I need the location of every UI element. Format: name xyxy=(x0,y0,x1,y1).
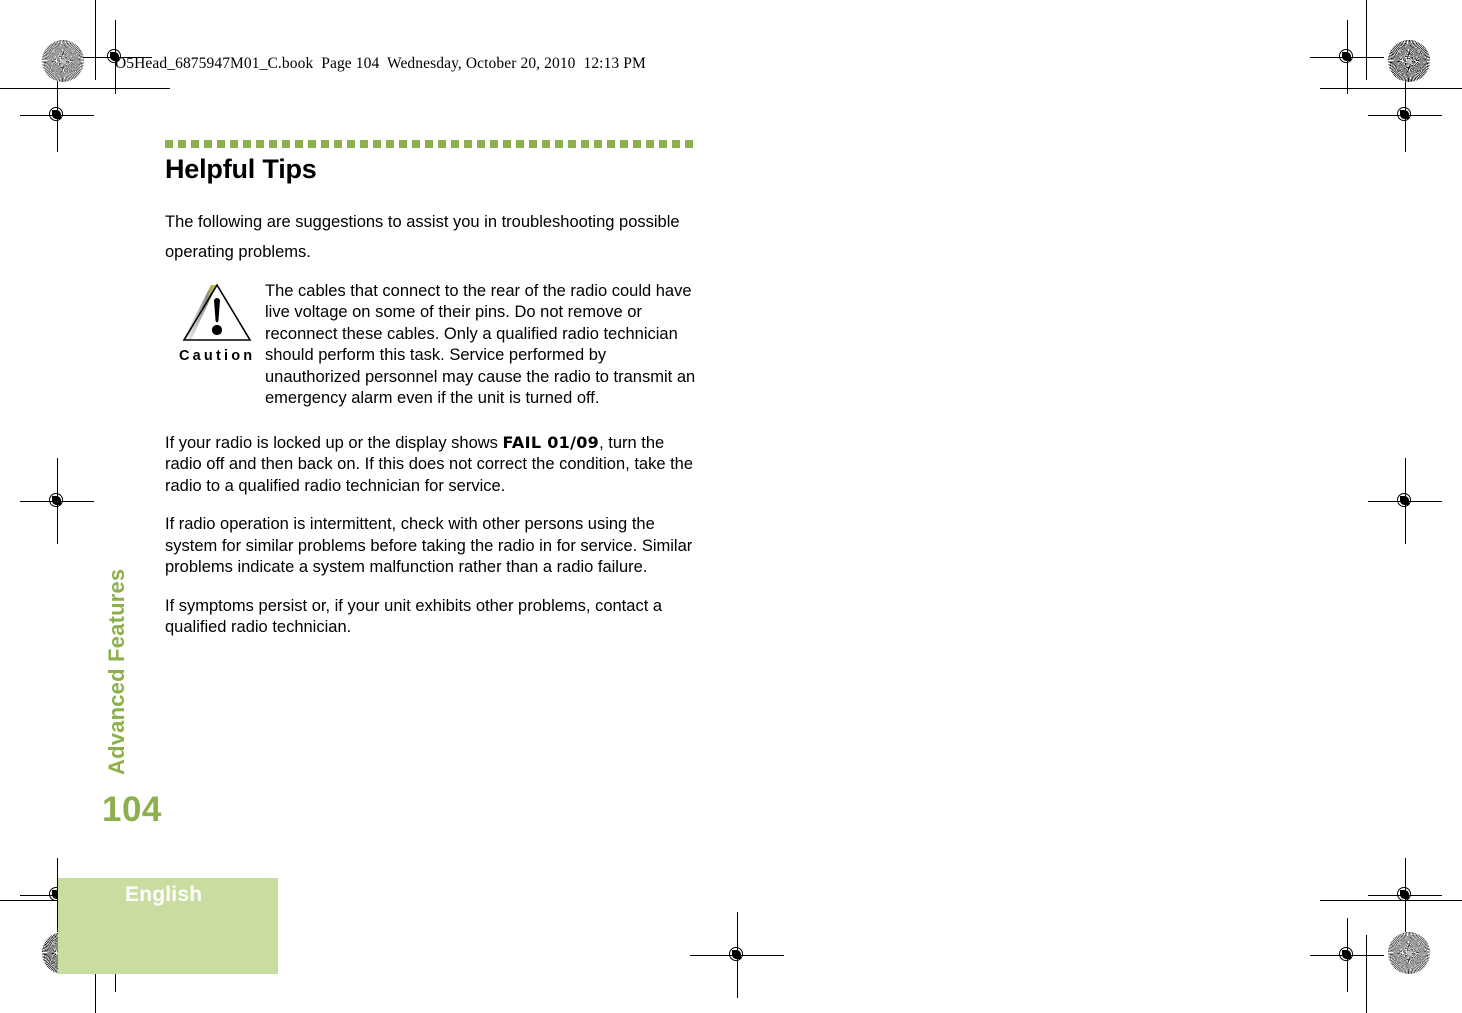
page-number: 104 xyxy=(102,790,162,829)
caution-text: The cables that connect to the rear of t… xyxy=(265,281,696,408)
caution-label: Caution xyxy=(179,347,256,364)
document-page: O5Head_6875947M01_C.book Page 104 Wednes… xyxy=(0,0,1462,1013)
density-starburst-bottom-right xyxy=(1388,932,1430,974)
warning-triangle-icon xyxy=(181,282,253,344)
intro-paragraph: The following are suggestions to assist … xyxy=(165,212,680,261)
registration-mark-left-upper xyxy=(20,78,94,152)
paragraph-persistent-symptoms: If symptoms persist or, if your unit exh… xyxy=(165,596,663,637)
page-content: Helpful Tips The following are suggestio… xyxy=(165,140,705,656)
page-title: Helpful Tips xyxy=(165,154,317,184)
density-starburst-top-right xyxy=(1388,40,1430,82)
trim-line-top-right-vertical xyxy=(1366,0,1367,80)
display-code-text: FAIL 01/09 xyxy=(502,432,600,452)
registration-mark-top-right xyxy=(1310,20,1384,94)
registration-mark-bottom-center xyxy=(690,912,784,998)
caution-mark: Caution xyxy=(165,279,265,364)
trim-line-top-left-vertical xyxy=(95,0,96,80)
caution-notice: Caution The cables that connect to the r… xyxy=(165,279,705,410)
registration-mark-right-middle xyxy=(1368,458,1442,544)
registration-mark-right-upper xyxy=(1368,78,1442,152)
trim-line-bottom-right-vertical xyxy=(1366,935,1367,1013)
language-label: English xyxy=(125,883,203,906)
registration-mark-bottom-right xyxy=(1310,918,1384,992)
registration-mark-right-lower xyxy=(1368,858,1442,932)
section-dashed-rule xyxy=(165,140,697,148)
registration-mark-left-middle xyxy=(20,458,94,544)
paragraph-text-before: If your radio is locked up or the displa… xyxy=(165,433,503,452)
paragraph-intermittent-operation: If radio operation is intermittent, chec… xyxy=(165,515,693,577)
density-starburst-top-left xyxy=(42,40,84,82)
chapter-tab: Advanced Features xyxy=(104,569,144,785)
trim-line-top-right-horizontal xyxy=(1320,88,1462,89)
file-slug-header: O5Head_6875947M01_C.book Page 104 Wednes… xyxy=(115,55,646,72)
paragraph-fail-code: If your radio is locked up or the displa… xyxy=(165,432,705,498)
chapter-tab-label: Advanced Features xyxy=(104,568,129,775)
trim-line-top-left-horizontal xyxy=(0,88,170,89)
